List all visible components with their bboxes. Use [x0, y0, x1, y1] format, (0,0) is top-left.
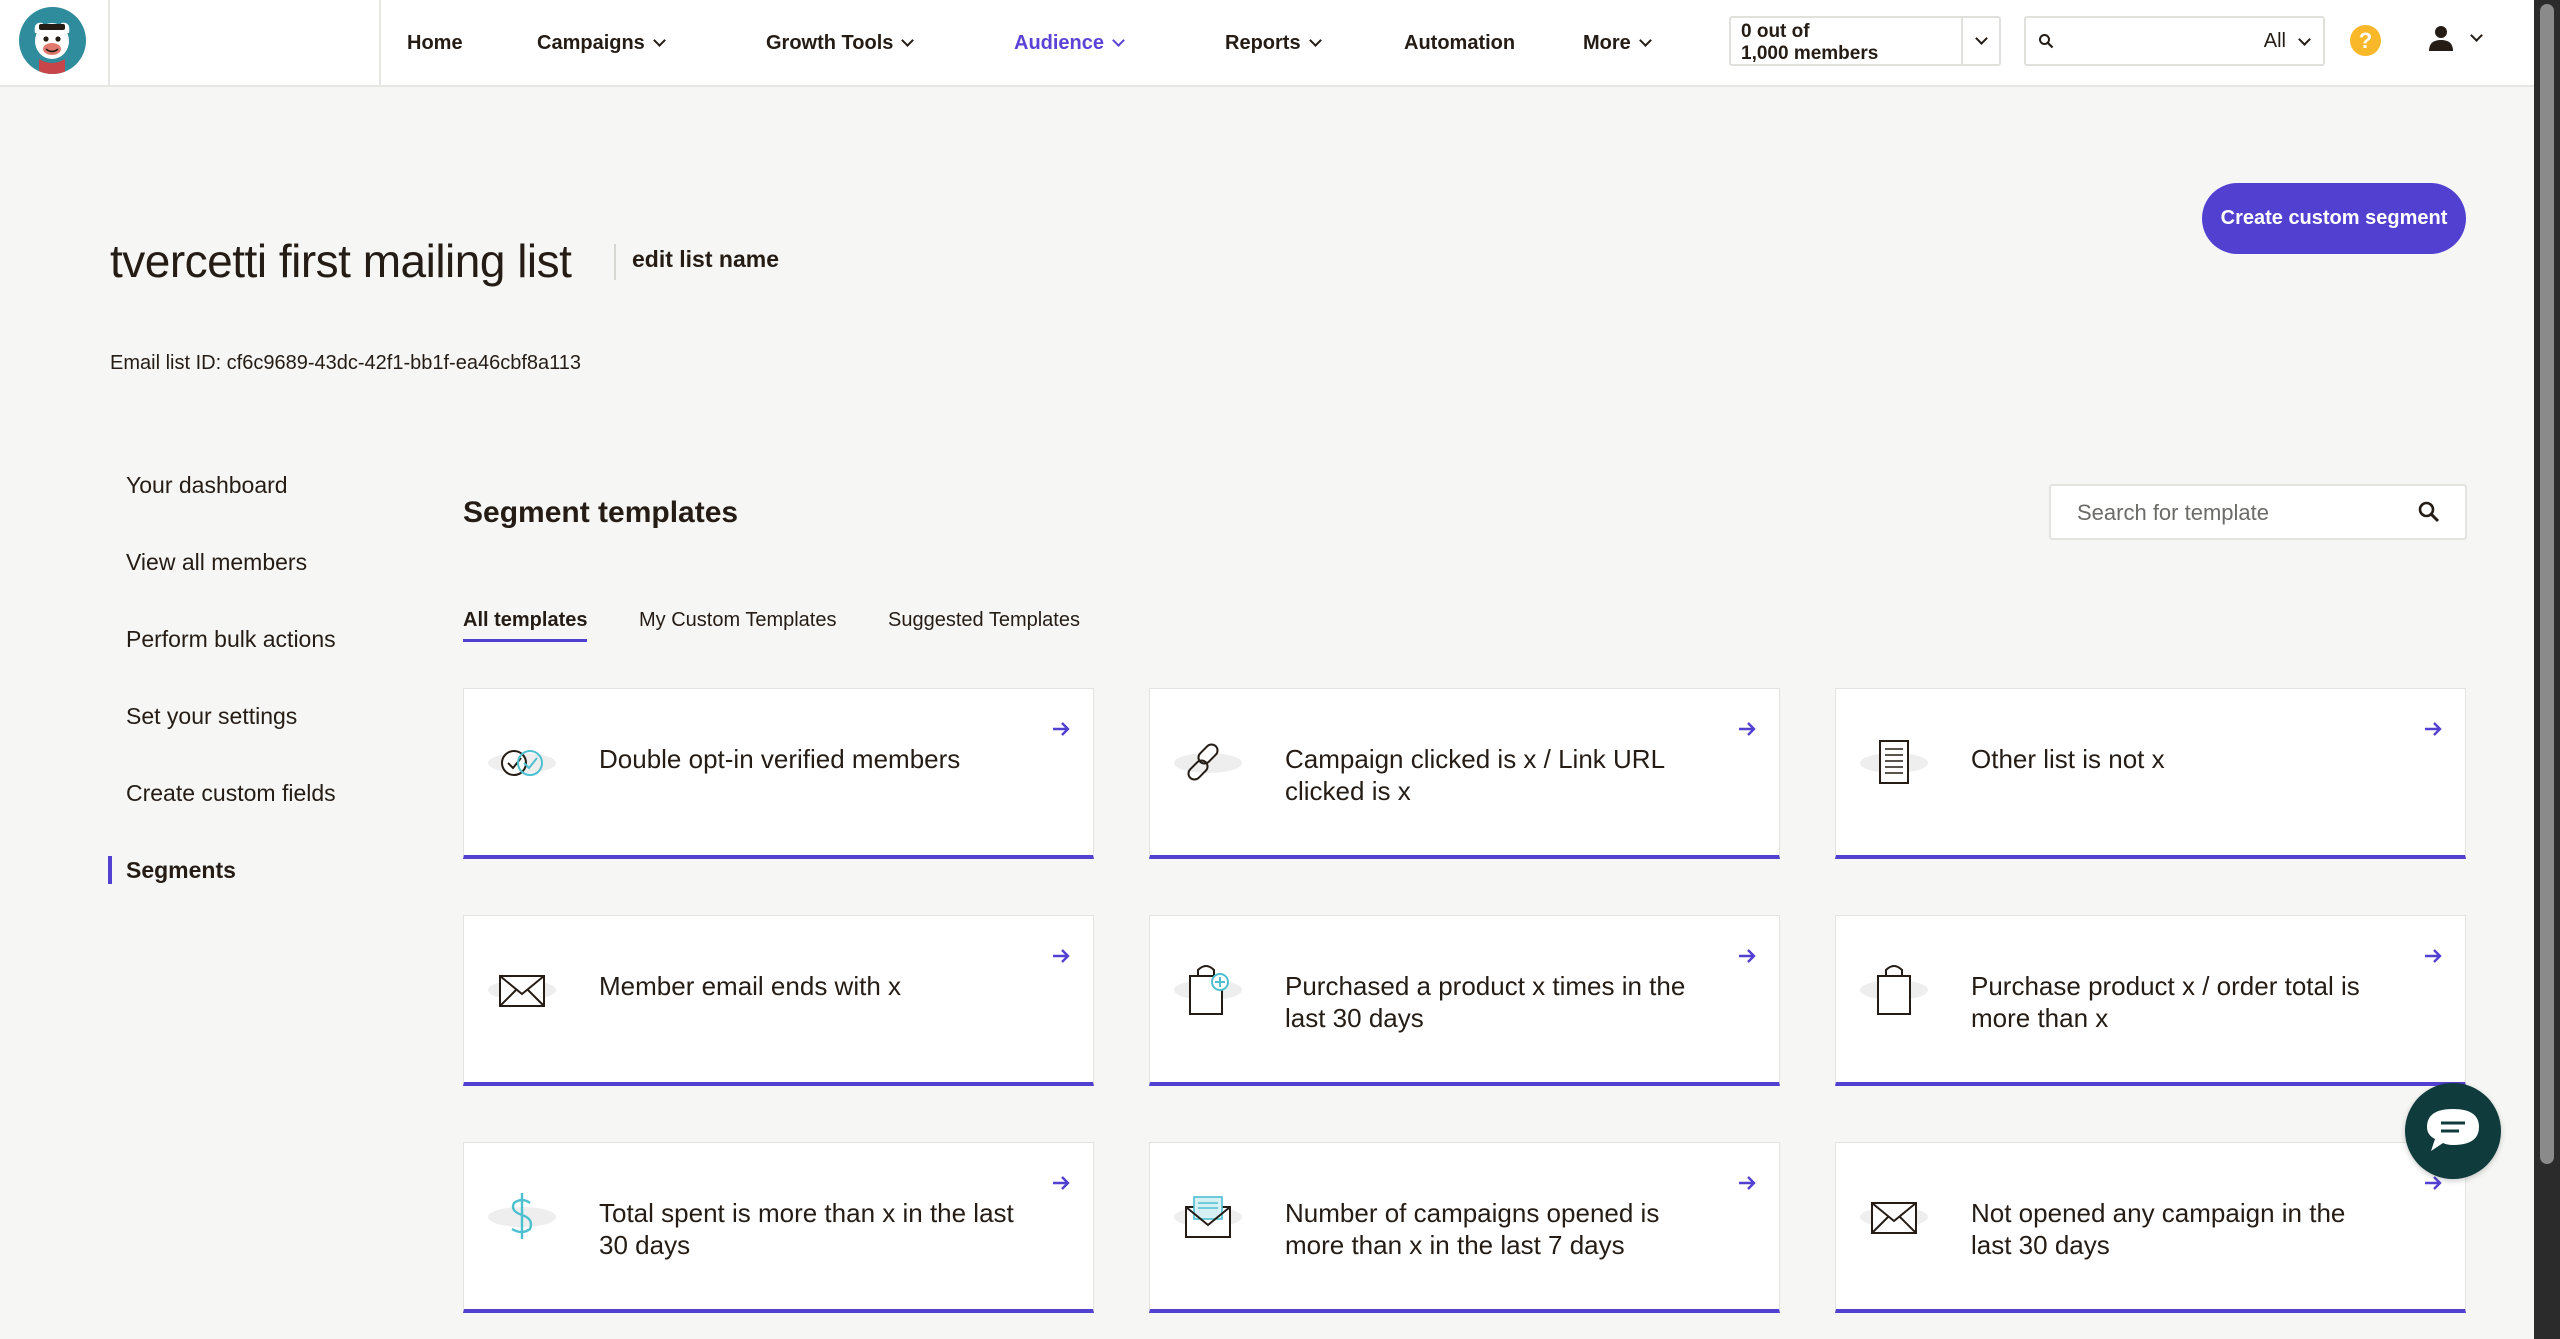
arrow-right-icon: [2425, 722, 2442, 736]
sidebar-item-dashboard[interactable]: Your dashboard: [126, 472, 288, 499]
template-card-label: Double opt-in verified members: [599, 744, 961, 774]
tab-suggested-templates[interactable]: Suggested Templates: [888, 609, 1080, 639]
template-card-campaign-clicked[interactable]: Campaign clicked is x / Link URL clicked…: [1149, 688, 1780, 859]
account-menu[interactable]: [2428, 24, 2483, 52]
template-card-purchase-order-total[interactable]: Purchase product x / order total is more…: [1835, 915, 2466, 1086]
help-icon-glyph: ?: [2358, 27, 2373, 53]
chevron-down-icon: [2298, 32, 2311, 46]
envelope-icon: [488, 975, 556, 1007]
tab-all-templates[interactable]: All templates: [463, 609, 588, 642]
sidebar-item-settings[interactable]: Set your settings: [126, 703, 297, 730]
logo-area: [0, 0, 110, 85]
sidebar-item-custom-fields[interactable]: Create custom fields: [126, 780, 336, 807]
template-card-label: Other list is not x: [1971, 744, 2165, 774]
template-card-email-ends-with[interactable]: Member email ends with x: [463, 915, 1094, 1086]
template-card-label: Purchased a product x times in the last …: [1285, 971, 1686, 1033]
chevron-down-icon: [652, 34, 666, 47]
app-root: Home Campaigns Growth Tools Audience Rep…: [0, 0, 2560, 1339]
member-count-caret[interactable]: [1961, 18, 1999, 64]
chat-bubble-glyph: [2427, 1109, 2479, 1151]
scrollbar-thumb[interactable]: [2540, 4, 2554, 1164]
page-title: tvercetti first mailing list: [110, 235, 572, 287]
verified-check-icon: [488, 750, 556, 776]
sidebar-active-marker: [108, 856, 112, 884]
link-icon: [1174, 743, 1242, 781]
member-count-line-1: 0 out of: [1741, 21, 1810, 42]
template-card-total-spent[interactable]: Total spent is more than x in the last 3…: [463, 1142, 1094, 1313]
shopping-bag-plus-icon: [1174, 965, 1242, 1015]
template-card-double-opt-in[interactable]: Double opt-in verified members: [463, 688, 1094, 859]
nav-more[interactable]: More: [1583, 28, 1652, 58]
tab-my-custom-templates[interactable]: My Custom Templates: [639, 609, 836, 639]
sidebar-item-view-members[interactable]: View all members: [126, 549, 307, 576]
arrow-right-icon: [1053, 949, 1070, 963]
global-search[interactable]: All: [2024, 16, 2325, 66]
template-card-purchased-times[interactable]: Purchased a product x times in the last …: [1149, 915, 1780, 1086]
chat-icon[interactable]: [2405, 1083, 2501, 1179]
dollar-icon: [488, 1193, 556, 1239]
user-icon: [2429, 26, 2453, 51]
nav-reports[interactable]: Reports: [1225, 28, 1322, 58]
nav-automation[interactable]: Automation: [1404, 28, 1515, 58]
arrow-right-icon: [1053, 722, 1070, 736]
nav-reports-label: Reports: [1225, 31, 1301, 54]
search-scope-value: All: [2263, 30, 2286, 52]
template-card-not-opened[interactable]: Not opened any campaign in the last 30 d…: [1835, 1142, 2466, 1313]
template-card-label: Campaign clicked is x / Link URL clicked…: [1285, 744, 1665, 806]
email-list-id: Email list ID: cf6c9689-43dc-42f1-bb1f-e…: [110, 352, 582, 374]
member-count-text: 0 out of 1,000 members: [1741, 21, 1878, 65]
template-card-label: Purchase product x / order total is more…: [1971, 971, 2360, 1033]
chevron-down-icon: [1974, 32, 1988, 45]
template-card-label: Total spent is more than x in the last 3…: [599, 1198, 1014, 1260]
nav-home-label: Home: [407, 31, 463, 54]
template-search-input[interactable]: [2077, 498, 2397, 528]
list-document-icon: [1860, 740, 1928, 784]
template-card-other-list[interactable]: Other list is not x: [1835, 688, 2466, 859]
arrow-right-icon: [1739, 949, 1756, 963]
title-divider: [614, 244, 616, 280]
arrow-right-icon: [1739, 722, 1756, 736]
nav-audience-label: Audience: [1014, 31, 1105, 54]
search-scope-select[interactable]: All: [2263, 30, 2311, 53]
arrow-right-icon: [1053, 1176, 1070, 1190]
template-card-label: Number of campaigns opened is more than …: [1285, 1198, 1660, 1260]
help-icon[interactable]: ?: [2350, 25, 2381, 56]
nav-more-label: More: [1583, 31, 1631, 54]
section-title: Segment templates: [463, 496, 739, 529]
open-envelope-icon: [1174, 1196, 1242, 1238]
template-card-label: Member email ends with x: [599, 971, 901, 1001]
template-card-label: Not opened any campaign in the last 30 d…: [1971, 1198, 2346, 1260]
arrow-right-icon: [1739, 1176, 1756, 1190]
sidebar-item-segments[interactable]: Segments: [126, 857, 236, 884]
nav-campaigns-label: Campaigns: [537, 31, 645, 54]
nav-divider: [379, 0, 381, 85]
top-navigation: Home Campaigns Growth Tools Audience Rep…: [0, 0, 2534, 87]
nav-campaigns[interactable]: Campaigns: [537, 28, 666, 58]
nav-growth-tools-label: Growth Tools: [766, 31, 894, 54]
nav-audience[interactable]: Audience: [1014, 28, 1125, 58]
chevron-down-icon: [1638, 34, 1652, 47]
create-custom-segment-button[interactable]: Create custom segment: [2202, 183, 2466, 254]
chevron-down-icon: [2470, 29, 2483, 42]
template-card-campaigns-opened[interactable]: Number of campaigns opened is more than …: [1149, 1142, 1780, 1313]
envelope-icon: [1860, 1202, 1928, 1234]
nav-automation-label: Automation: [1404, 31, 1516, 54]
chevron-down-icon: [1308, 34, 1322, 47]
edit-list-name-link[interactable]: edit list name: [632, 246, 779, 273]
arrow-right-icon: [2425, 949, 2442, 963]
search-icon: [2039, 34, 2054, 49]
sidebar-item-bulk-actions[interactable]: Perform bulk actions: [126, 626, 336, 653]
chevron-down-icon: [901, 34, 915, 47]
shopping-bag-icon: [1860, 965, 1928, 1015]
search-icon[interactable]: [2417, 500, 2441, 524]
mailchimp-freddie-logo-icon[interactable]: [19, 7, 86, 74]
member-count-dropdown[interactable]: 0 out of 1,000 members: [1729, 16, 2001, 66]
member-count-line-2: 1,000 members: [1741, 43, 1879, 64]
chevron-down-icon: [1112, 34, 1125, 47]
template-search: [2049, 484, 2467, 540]
nav-home[interactable]: Home: [407, 28, 463, 58]
nav-growth-tools[interactable]: Growth Tools: [766, 28, 915, 58]
